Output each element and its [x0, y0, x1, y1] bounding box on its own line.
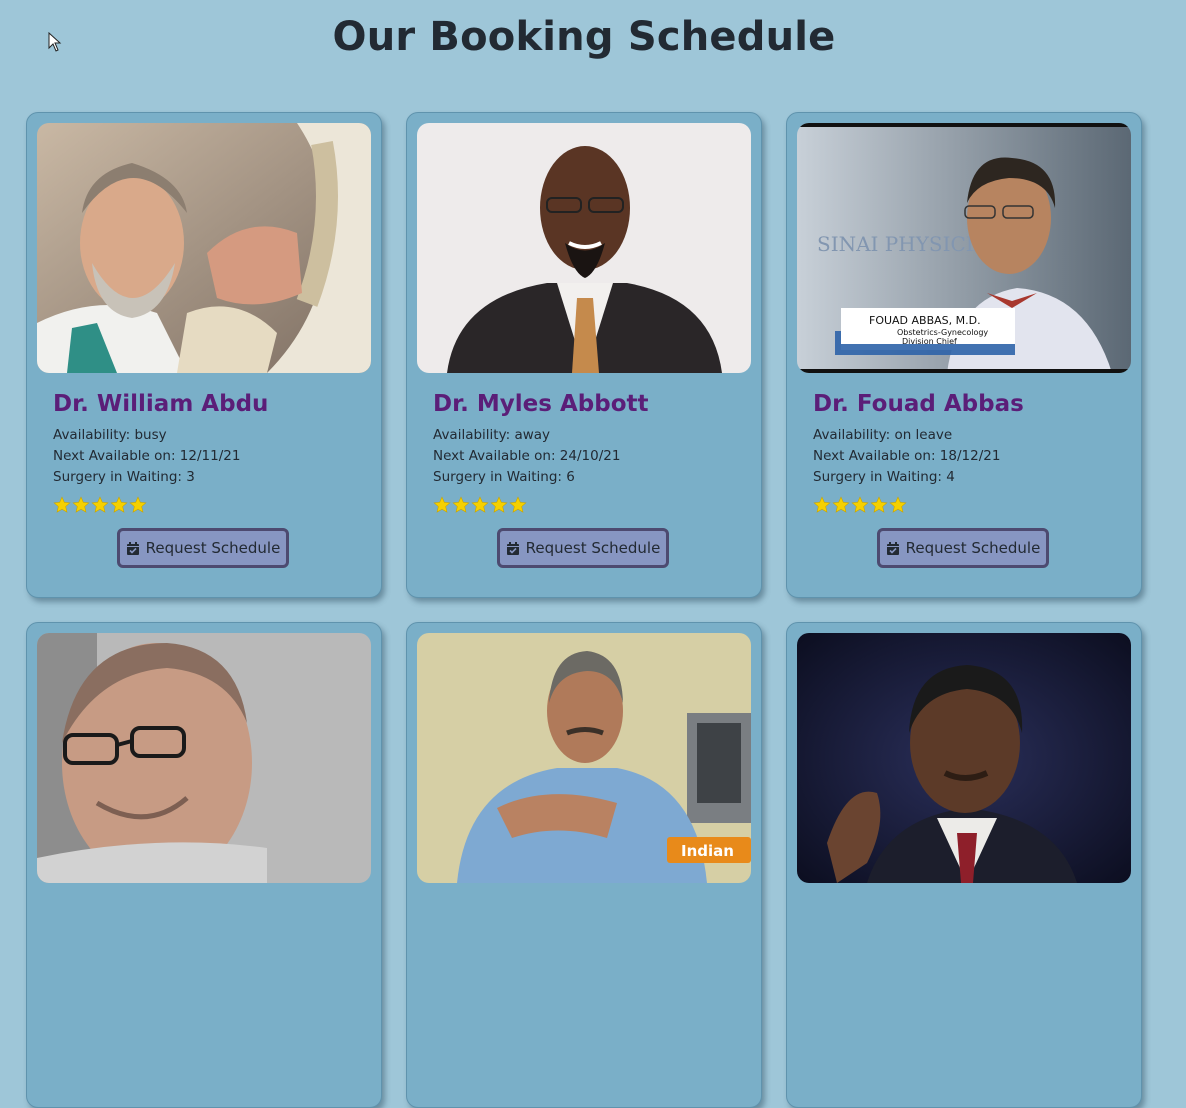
doctor-photo — [797, 633, 1131, 883]
request-schedule-label: Request Schedule — [145, 539, 281, 557]
name-plate-title-1: Obstetrics-Gynecology — [897, 328, 988, 337]
doctor-name: Dr. William Abdu — [53, 391, 269, 417]
star-icon — [832, 496, 850, 513]
next-available-text: Next Available on: 18/12/21 — [813, 448, 1001, 464]
doctor-photo — [417, 123, 751, 373]
star-icon — [889, 496, 907, 513]
request-schedule-button[interactable]: Request Schedule — [497, 528, 669, 568]
availability-text: Availability: away — [433, 427, 551, 443]
next-available-text: Next Available on: 24/10/21 — [433, 448, 621, 464]
doctor-photo — [37, 123, 371, 373]
surgery-waiting-text: Surgery in Waiting: 6 — [433, 469, 575, 485]
star-icon — [72, 496, 90, 513]
request-schedule-label: Request Schedule — [905, 539, 1041, 557]
calendar-check-icon — [886, 541, 899, 555]
availability-text: Availability: busy — [53, 427, 167, 443]
next-available-text: Next Available on: 12/11/21 — [53, 448, 241, 464]
rating-stars — [53, 496, 147, 514]
doctor-card: Dr. Myles Abbott Availability: away Next… — [406, 112, 762, 598]
star-icon — [813, 496, 831, 513]
star-icon — [452, 496, 470, 513]
star-icon — [110, 496, 128, 513]
name-plate-text: FOUAD ABBAS, M.D. — [869, 314, 981, 327]
star-icon — [870, 496, 888, 513]
rating-stars — [813, 496, 907, 514]
doctor-name: Dr. Fouad Abbas — [813, 391, 1024, 417]
star-icon — [91, 496, 109, 513]
doctor-card — [26, 622, 382, 1108]
star-icon — [490, 496, 508, 513]
doctor-photo: Indian — [417, 633, 751, 883]
logo-text: Indian — [681, 842, 734, 860]
doctor-photo: SINAI PHYSICIA FOUAD ABBAS, M.D. Obstetr… — [797, 123, 1131, 373]
rating-stars — [433, 496, 527, 514]
doctor-card: SINAI PHYSICIA FOUAD ABBAS, M.D. Obstetr… — [786, 112, 1142, 598]
name-plate-title-2: Division Chief — [902, 337, 957, 346]
doctor-card — [786, 622, 1142, 1108]
star-icon — [53, 496, 71, 513]
star-icon — [129, 496, 147, 513]
request-schedule-label: Request Schedule — [525, 539, 661, 557]
doctor-photo — [37, 633, 371, 883]
request-schedule-button[interactable]: Request Schedule — [117, 528, 289, 568]
doctor-card: Indian — [406, 622, 762, 1108]
star-icon — [509, 496, 527, 513]
doctor-card: Dr. William Abdu Availability: busy Next… — [26, 112, 382, 598]
star-icon — [433, 496, 451, 513]
calendar-check-icon — [126, 541, 139, 555]
star-icon — [471, 496, 489, 513]
surgery-waiting-text: Surgery in Waiting: 4 — [813, 469, 955, 485]
request-schedule-button[interactable]: Request Schedule — [877, 528, 1049, 568]
surgery-waiting-text: Surgery in Waiting: 3 — [53, 469, 195, 485]
page-title: Our Booking Schedule — [332, 14, 836, 60]
calendar-check-icon — [506, 541, 519, 555]
banner-text: SINAI PHYSICIA — [817, 232, 989, 256]
availability-text: Availability: on leave — [813, 427, 953, 443]
star-icon — [851, 496, 869, 513]
doctor-name: Dr. Myles Abbott — [433, 391, 649, 417]
